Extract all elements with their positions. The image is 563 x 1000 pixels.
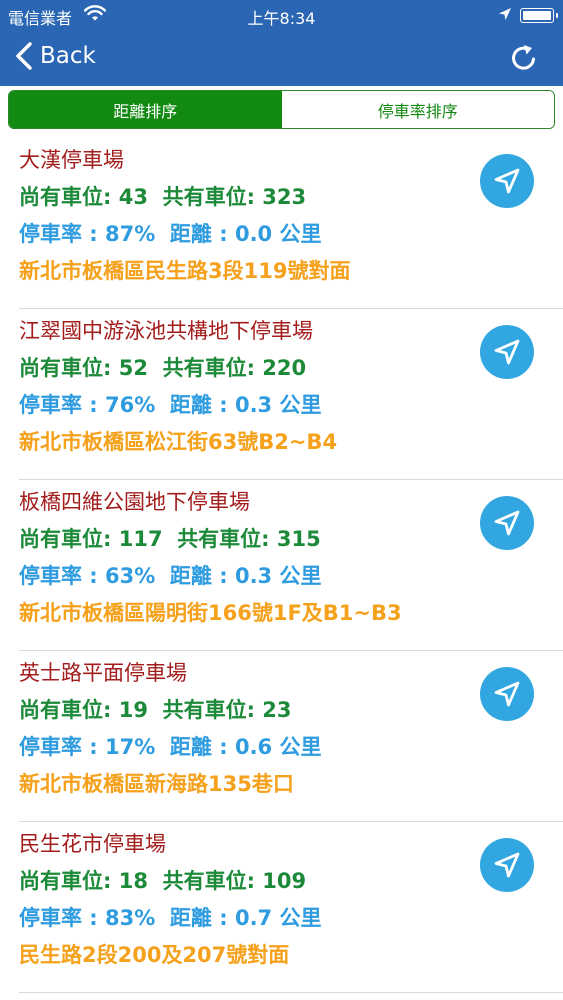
distance-value: 0.3 [234,564,273,588]
rate-value: 83% [105,906,156,930]
distance-label: 距離 : [169,393,235,417]
address: 新北市板橋區新海路135巷口 [19,772,294,796]
navigation-bar: 電信業者 上午8:34 Back [0,0,563,86]
rate-value: 63% [105,564,156,588]
total-label: 共有車位: [177,527,277,551]
battery-icon [520,8,558,23]
rate-label: 停車率 : [19,222,106,246]
list-item[interactable]: 板橋四維公園地下停車場 尚有車位: 117 共有車位: 315 停車率 : 63% … [0,480,563,651]
back-button-label: Back [40,43,96,69]
distance-value: 0.3 [234,393,273,417]
rate-distance-line: 停車率 : 83% 距離 : 0.7 公里 [19,904,563,941]
tab-sort-occupancy[interactable]: 停車率排序 [281,91,554,128]
rate-distance-line: 停車率 : 76% 距離 : 0.3 公里 [19,391,563,428]
available-label: 尚有車位: [19,527,119,551]
address: 新北市板橋區民生路3段119號對面 [19,259,351,283]
navigation-arrow-icon [494,510,520,536]
total-value: 323 [262,185,307,209]
back-button[interactable]: Back [14,38,96,74]
navigation-arrow-icon [494,681,520,707]
navigation-arrow-icon [494,852,520,878]
total-label: 共有車位: [162,869,263,893]
sort-segmented-control: 距離排序 停車率排序 [8,90,555,129]
navigation-arrow-icon [494,168,520,194]
available-label: 尚有車位: [19,698,119,722]
rate-distance-line: 停車率 : 87% 距離 : 0.0 公里 [19,220,563,257]
available-value: 18 [118,869,148,893]
distance-unit: 公里 [279,564,322,588]
rate-value: 87% [105,222,156,246]
total-value: 220 [262,356,307,380]
available-label: 尚有車位: [19,185,119,209]
available-value: 117 [118,527,163,551]
total-value: 23 [262,698,292,722]
total-label: 共有車位: [162,698,263,722]
distance-unit: 公里 [279,906,322,930]
parking-lot-list: 大漢停車場 尚有車位: 43 共有車位: 323 停車率 : 87% 距離 : 0.… [0,138,563,993]
refresh-icon[interactable] [508,42,540,74]
distance-value: 0.7 [234,906,273,930]
distance-value: 0.6 [234,735,273,759]
total-label: 共有車位: [162,185,263,209]
available-value: 43 [118,185,148,209]
total-label: 共有車位: [162,356,263,380]
list-item[interactable]: 江翠國中游泳池共構地下停車場 尚有車位: 52 共有車位: 220 停車率 : 76… [0,309,563,480]
distance-label: 距離 : [169,906,235,930]
navigation-arrow-icon [494,339,520,365]
tab-sort-distance[interactable]: 距離排序 [9,91,282,128]
list-item[interactable]: 大漢停車場 尚有車位: 43 共有車位: 323 停車率 : 87% 距離 : 0.… [0,138,563,309]
distance-label: 距離 : [169,222,235,246]
distance-unit: 公里 [279,735,322,759]
distance-value: 0.0 [234,222,273,246]
distance-label: 距離 : [169,735,235,759]
navigate-button[interactable] [480,154,534,208]
distance-unit: 公里 [279,222,322,246]
status-time: 上午8:34 [247,9,316,28]
available-label: 尚有車位: [19,356,119,380]
rate-value: 17% [105,735,156,759]
rate-label: 停車率 : [19,906,106,930]
navigate-button[interactable] [480,838,534,892]
rate-distance-line: 停車率 : 17% 距離 : 0.6 公里 [19,733,563,770]
rate-distance-line: 停車率 : 63% 距離 : 0.3 公里 [19,562,563,599]
total-value: 315 [276,527,321,551]
available-value: 52 [118,356,148,380]
navigate-button[interactable] [480,496,534,550]
rate-label: 停車率 : [19,393,106,417]
distance-label: 距離 : [169,564,235,588]
address: 新北市板橋區松江街63號B2~B4 [19,430,338,454]
available-label: 尚有車位: [19,869,119,893]
location-arrow-icon [499,8,511,20]
navigate-button[interactable] [480,325,534,379]
distance-unit: 公里 [279,393,322,417]
address: 民生路2段200及207號對面 [19,943,290,967]
rate-label: 停車率 : [19,564,106,588]
status-bar: 電信業者 上午8:34 [0,0,563,30]
list-item[interactable]: 英士路平面停車場 尚有車位: 19 共有車位: 23 停車率 : 17% 距離 : … [0,651,563,822]
available-value: 19 [118,698,148,722]
address: 新北市板橋區陽明街166號1F及B1~B3 [19,601,402,625]
total-value: 109 [262,869,307,893]
chevron-left-icon [16,42,32,70]
navigate-button[interactable] [480,667,534,721]
rate-value: 76% [105,393,156,417]
rate-label: 停車率 : [19,735,106,759]
list-item[interactable]: 民生花市停車場 尚有車位: 18 共有車位: 109 停車率 : 83% 距離 : … [0,822,563,993]
